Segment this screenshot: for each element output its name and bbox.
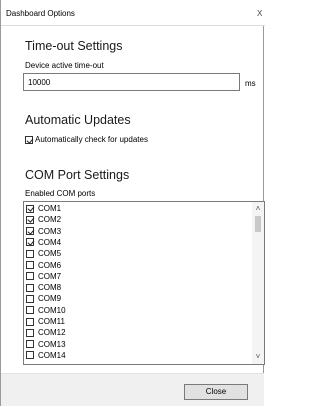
com-port-label: COM8 <box>38 283 62 293</box>
enabled-com-ports-label: Enabled COM ports <box>25 189 96 198</box>
auto-update-label: Automatically check for updates <box>35 135 148 144</box>
updates-heading: Automatic Updates <box>25 113 131 127</box>
com-port-checkbox[interactable] <box>26 272 34 281</box>
com-port-heading: COM Port Settings <box>25 168 130 182</box>
com-port-label: COM13 <box>38 339 66 349</box>
com-port-label: COM11 <box>38 317 65 326</box>
title-bar[interactable]: Dashboard Options X <box>1 0 265 26</box>
scroll-down-icon[interactable]: ˅ <box>252 352 264 362</box>
com-port-checkbox[interactable] <box>26 249 34 258</box>
com-port-label: COM7 <box>38 271 62 281</box>
com-port-label: COM4 <box>38 237 62 247</box>
com-port-item[interactable]: COM7 <box>26 272 251 281</box>
com-port-label: COM14 <box>38 350 66 360</box>
com-port-item[interactable]: COM9 <box>26 294 251 303</box>
com-port-item[interactable]: COM2 <box>26 215 251 224</box>
com-port-checkbox[interactable] <box>26 351 34 360</box>
scroll-up-icon[interactable]: ˄ <box>252 204 264 214</box>
com-port-checkbox[interactable] <box>26 227 34 236</box>
com-port-checkbox[interactable] <box>26 238 34 247</box>
com-port-item[interactable]: COM14 <box>26 351 251 360</box>
com-port-item[interactable]: COM5 <box>26 249 251 258</box>
dashboard-options-dialog: Dashboard Options X Time-out Settings De… <box>0 0 265 406</box>
scroll-thumb[interactable] <box>255 216 261 232</box>
com-port-checkbox[interactable] <box>26 317 34 326</box>
com-port-label: COM3 <box>38 226 62 236</box>
com-port-label: COM5 <box>38 249 62 259</box>
device-timeout-input[interactable] <box>23 73 240 91</box>
com-port-list[interactable]: COM1 COM2 COM3 COM4 COM5 COM6 COM7 COM8 COM9 COM1… <box>23 201 265 365</box>
com-port-checkbox[interactable] <box>26 294 34 303</box>
com-port-checkbox[interactable] <box>26 261 34 269</box>
com-port-checkbox[interactable] <box>26 215 34 224</box>
com-port-item[interactable]: COM8 <box>26 283 251 292</box>
com-port-item[interactable]: COM6 <box>26 261 251 270</box>
com-port-item[interactable]: COM4 <box>26 238 251 247</box>
com-port-item[interactable]: COM10 <box>26 306 251 315</box>
vertical-scrollbar[interactable]: ˄ ˅ <box>252 202 264 364</box>
com-port-checkbox[interactable] <box>26 306 34 315</box>
com-port-label: COM10 <box>38 305 66 315</box>
window-title: Dashboard Options <box>6 9 75 18</box>
com-port-label: COM9 <box>38 294 62 304</box>
com-port-label: COM12 <box>38 328 66 338</box>
com-port-item[interactable]: COM11 <box>26 317 251 326</box>
com-port-item[interactable]: COM13 <box>26 340 251 349</box>
timeout-unit-label: ms <box>245 79 256 88</box>
com-port-item[interactable]: COM1 <box>26 204 251 213</box>
com-port-item[interactable]: COM12 <box>26 328 251 337</box>
com-port-checkbox[interactable] <box>26 328 34 337</box>
com-port-checkbox[interactable] <box>26 204 34 213</box>
com-port-item[interactable]: COM3 <box>26 227 251 236</box>
com-port-checkbox[interactable] <box>26 283 34 292</box>
com-port-checkbox[interactable] <box>26 340 34 349</box>
device-timeout-label: Device active time-out <box>25 61 104 70</box>
dialog-footer: Close <box>1 373 264 406</box>
auto-update-checkbox[interactable] <box>25 136 33 144</box>
close-button[interactable]: Close <box>184 384 248 400</box>
close-icon[interactable]: X <box>257 10 263 18</box>
com-port-label: COM1 <box>38 204 62 213</box>
com-port-label: COM2 <box>38 215 62 225</box>
timeout-heading: Time-out Settings <box>25 39 123 53</box>
com-port-label: COM6 <box>38 260 62 270</box>
